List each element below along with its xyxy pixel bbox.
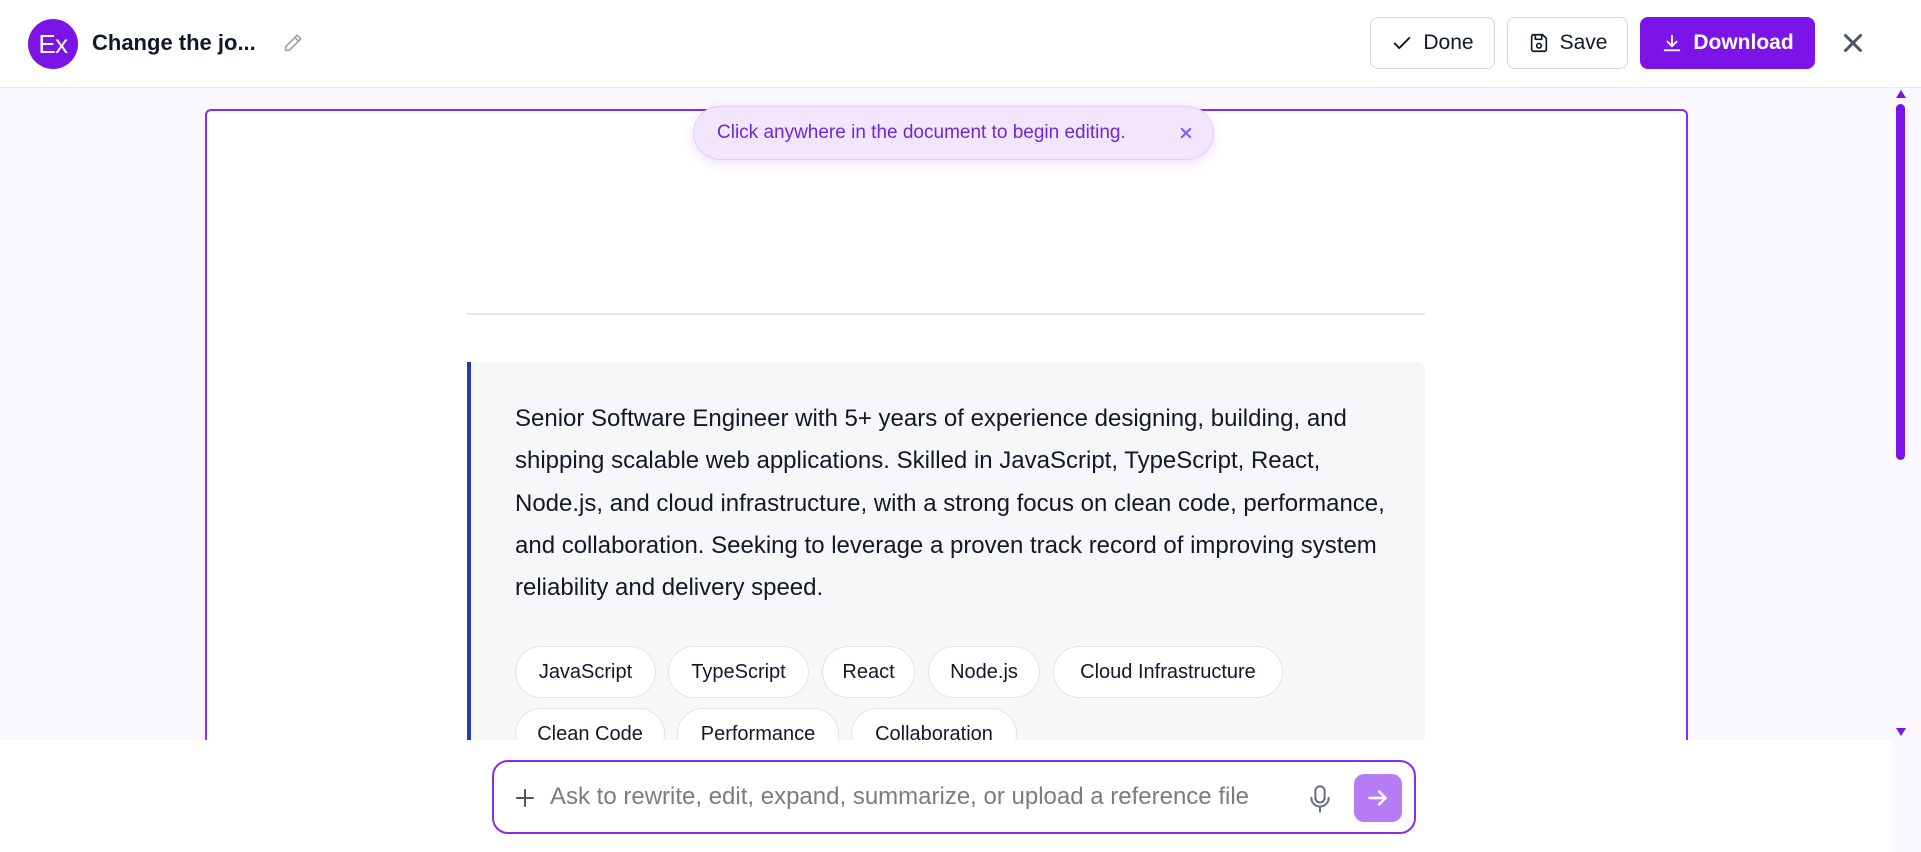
section-divider <box>467 313 1425 315</box>
close-icon[interactable] <box>1838 28 1868 58</box>
skill-tag[interactable]: Node.js <box>928 646 1040 698</box>
top-bar: Ex Change the jo... Done Save Download <box>0 0 1921 88</box>
summary-paragraph[interactable]: Senior Software Engineer with 5+ years o… <box>515 398 1395 609</box>
document-title[interactable]: Change the jo... <box>92 30 256 56</box>
plus-icon[interactable] <box>513 786 537 810</box>
skill-tag[interactable]: JavaScript <box>515 646 656 698</box>
download-button[interactable]: Download <box>1640 17 1815 69</box>
done-button-label: Done <box>1423 31 1474 54</box>
avatar[interactable]: Ex <box>28 19 78 69</box>
save-button-label: Save <box>1559 31 1608 54</box>
microphone-icon[interactable] <box>1306 784 1334 814</box>
send-button[interactable] <box>1354 774 1402 822</box>
done-button[interactable]: Done <box>1370 17 1495 69</box>
chat-composer[interactable] <box>492 760 1416 834</box>
check-icon <box>1394 37 1411 49</box>
scroll-up-arrow-icon[interactable] <box>1896 90 1906 98</box>
toast-message: Click anywhere in the document to begin … <box>717 122 1126 143</box>
floppy-disk-icon <box>1530 33 1547 53</box>
chat-input[interactable] <box>550 776 1290 818</box>
skill-tag[interactable]: React <box>822 646 915 698</box>
download-button-label: Download <box>1693 31 1794 54</box>
download-icon <box>1664 34 1681 52</box>
summary-section[interactable]: Senior Software Engineer with 5+ years o… <box>467 362 1425 762</box>
pencil-icon[interactable] <box>282 32 304 54</box>
close-icon[interactable] <box>1176 123 1196 143</box>
skill-tag[interactable]: Cloud Infrastructure <box>1053 646 1283 698</box>
skill-tag[interactable]: TypeScript <box>668 646 809 698</box>
scroll-down-arrow-icon[interactable] <box>1896 728 1906 736</box>
arrow-right-icon <box>1368 790 1387 806</box>
save-button[interactable]: Save <box>1507 17 1628 69</box>
scrollbar-thumb[interactable] <box>1896 104 1905 460</box>
editing-hint-toast: Click anywhere in the document to begin … <box>693 106 1214 160</box>
